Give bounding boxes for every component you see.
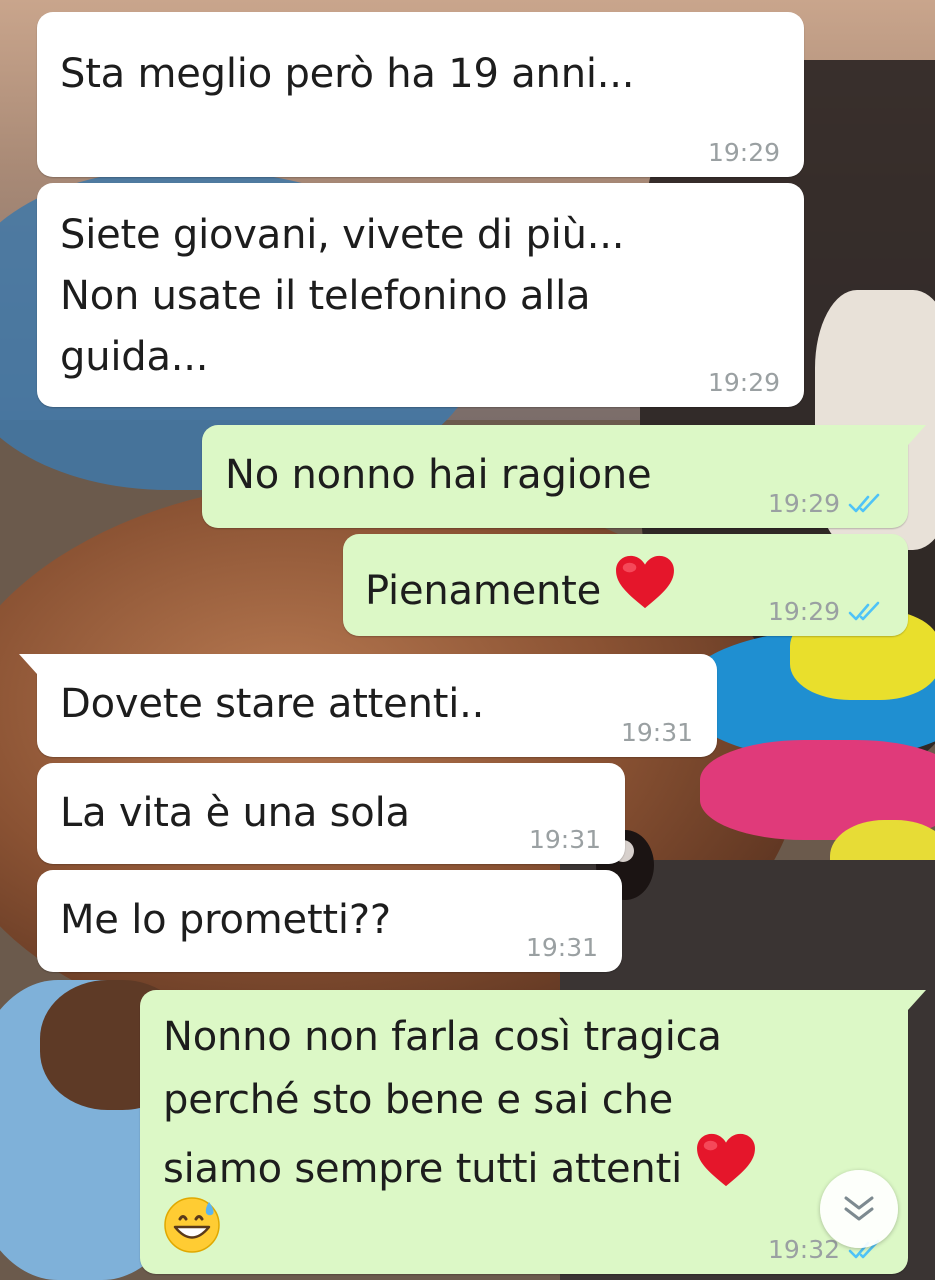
- message-bubble-incoming[interactable]: Siete giovani, vivete di più... Non usat…: [37, 183, 804, 407]
- message-text: Pienamente: [365, 568, 602, 614]
- message-text-row: Pienamente: [365, 554, 676, 622]
- message-text: Sta meglio però ha 19 anni...: [60, 51, 635, 97]
- message-text: Dovete stare attenti..: [60, 681, 485, 727]
- message-meta: 19:31: [526, 933, 598, 962]
- message-time: 19:31: [528, 825, 601, 854]
- scroll-to-bottom-button[interactable]: [820, 1170, 898, 1248]
- message-text-block: Nonno non farla così tragica perché sto …: [163, 1006, 757, 1201]
- message-time: 19:29: [707, 138, 780, 167]
- message-bubble-outgoing[interactable]: Pienamente 19:29: [343, 534, 908, 636]
- double-check-icon: [848, 493, 884, 515]
- message-bubble-incoming[interactable]: Dovete stare attenti.. 19:31: [19, 654, 717, 757]
- message-meta: 19:29: [768, 597, 884, 626]
- message-text: No nonno hai ragione: [225, 452, 652, 498]
- double-check-icon: [848, 601, 884, 623]
- message-meta: 19:29: [768, 489, 884, 518]
- message-meta: 19:31: [529, 825, 601, 854]
- message-time: 19:29: [767, 597, 840, 626]
- message-text: La vita è una sola: [60, 790, 410, 836]
- message-bubble-incoming[interactable]: La vita è una sola 19:31: [37, 763, 625, 864]
- message-time: 19:31: [525, 933, 598, 962]
- message-text: Me lo prometti??: [60, 897, 391, 943]
- message-meta: 19:29: [708, 368, 780, 397]
- message-bubble-incoming[interactable]: Me lo prometti?? 19:31: [37, 870, 622, 972]
- message-bubble-outgoing[interactable]: Nonno non farla così tragica perché sto …: [140, 990, 926, 1274]
- message-time: 19:29: [707, 368, 780, 397]
- message-time: 19:29: [767, 489, 840, 518]
- message-text: Nonno non farla così tragica perché sto …: [163, 1014, 722, 1192]
- message-meta: 19:31: [621, 718, 693, 747]
- message-bubble-outgoing[interactable]: No nonno hai ragione 19:29: [202, 425, 926, 528]
- message-meta: 19:29: [708, 138, 780, 167]
- red-heart-emoji-icon: [695, 1132, 757, 1188]
- message-text: Siete giovani, vivete di più... Non usat…: [60, 212, 625, 380]
- grinning-face-with-sweat-emoji-icon: [164, 1197, 220, 1253]
- red-heart-emoji-icon: [614, 554, 676, 610]
- message-time: 19:32: [767, 1235, 840, 1264]
- double-chevron-down-icon: [844, 1196, 874, 1221]
- message-bubble-incoming[interactable]: Sta meglio però ha 19 anni... 19:29: [37, 12, 804, 177]
- message-time: 19:31: [620, 718, 693, 747]
